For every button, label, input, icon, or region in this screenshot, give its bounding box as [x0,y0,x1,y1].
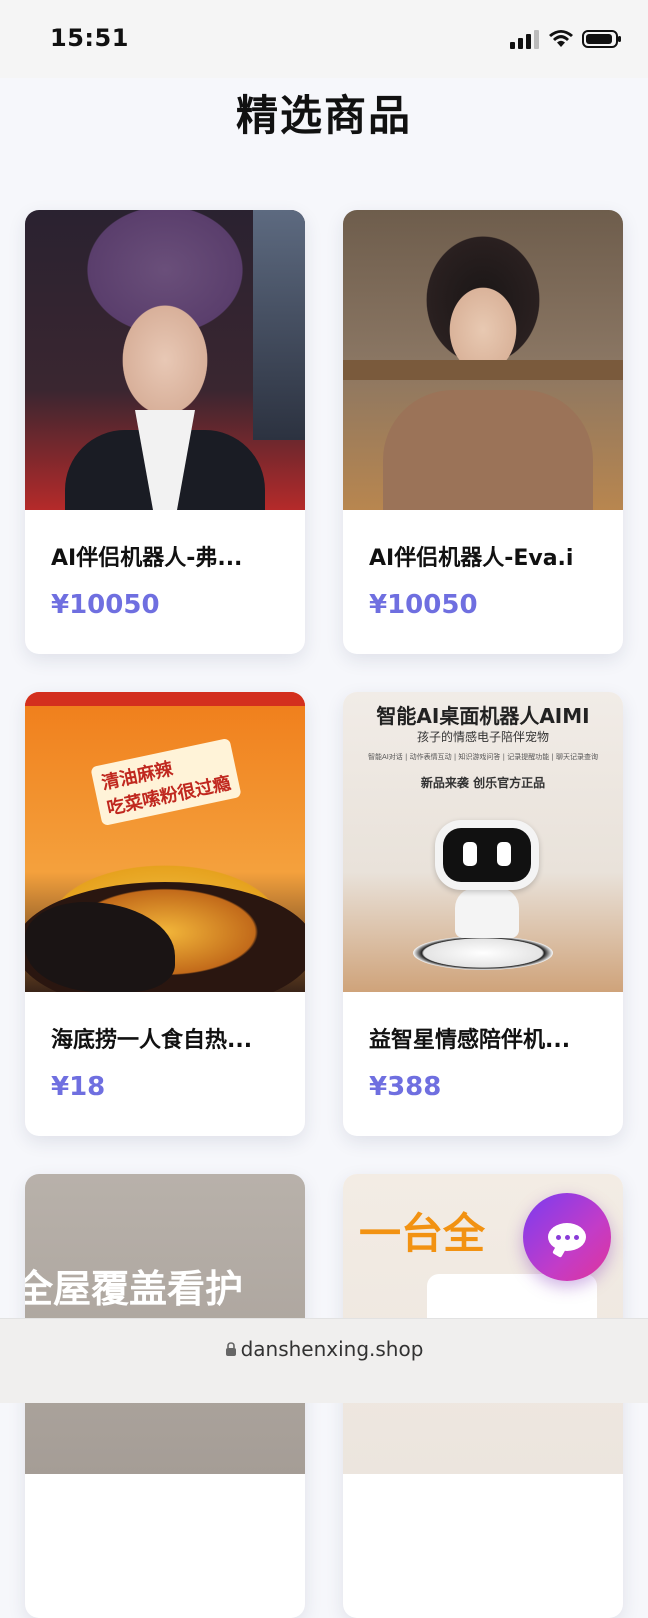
sweater-shape [383,390,593,510]
chat-button[interactable] [523,1193,611,1281]
battery-icon [582,30,621,48]
page-title: 精选商品 [235,91,412,140]
product-card[interactable]: AI伴侣机器人-弗... ¥10050 [25,210,305,654]
product-card[interactable]: AI伴侣机器人-Eva.i ¥10050 [343,210,623,654]
image-heading: 智能AI桌面机器人AIMI [376,704,590,728]
product-name[interactable]: 海底捞一人食自热... [51,1022,281,1054]
signal-icon [510,30,539,49]
image-features: 智能AI对话 | 动作表情互动 | 知识游戏问答 | 记录提醒功能 | 聊天记录… [367,753,599,761]
url-text[interactable]: danshenxing.shop [241,1337,424,1361]
url-wrap[interactable]: danshenxing.shop [0,1337,648,1361]
product-name[interactable]: AI伴侣机器人-Eva.i [369,540,599,572]
lock-icon [225,1342,236,1356]
image-badge: 新品来袭 创乐官方正品 [420,776,546,790]
product-card[interactable]: 智能AI桌面机器人AIMI 孩子的情感电子陪伴宠物 智能AI对话 | 动作表情互… [343,692,623,1136]
status-icons [510,26,622,52]
robot-base [413,936,553,970]
product-price: ¥10050 [369,590,478,620]
product-image[interactable] [25,210,305,510]
wifi-icon [549,30,573,47]
poster-background [253,210,305,440]
product-price: ¥18 [51,1072,106,1102]
image-tag: 清油麻辣 吃菜嗦粉很过瘾 [90,737,242,827]
product-image[interactable]: 清油麻辣 吃菜嗦粉很过瘾 [25,692,305,992]
chat-dot [555,1234,561,1240]
product-card[interactable]: 清油麻辣 吃菜嗦粉很过瘾 海底捞一人食自热... ¥18 [25,692,305,1136]
product-image[interactable] [343,210,623,510]
browser-url-bar[interactable]: danshenxing.shop [0,1318,648,1403]
image-text: 全屋覆盖看护 [25,1267,244,1311]
product-price: ¥10050 [51,590,160,620]
product-price: ¥388 [369,1072,442,1102]
counter-shape [343,360,623,380]
product-name[interactable]: 益智星情感陪伴机... [369,1022,599,1054]
chat-bubble-icon [548,1223,586,1251]
status-time: 15:51 [50,24,129,52]
robot-eye [497,842,511,866]
image-subheading: 孩子的情感电子陪伴宠物 [416,730,549,744]
robot-eye [463,842,477,866]
status-bar: 15:51 [0,0,648,78]
product-grid: AI伴侣机器人-弗... ¥10050 AI伴侣机器人-Eva.i ¥10050… [25,210,623,1618]
image-text: 一台全 [359,1209,486,1258]
chat-dot [573,1234,579,1240]
chat-dot [564,1234,570,1240]
robot-body [455,888,519,938]
robot-face [443,828,531,882]
product-name[interactable]: AI伴侣机器人-弗... [51,540,281,572]
banner-strip [25,692,305,706]
product-image[interactable]: 智能AI桌面机器人AIMI 孩子的情感电子陪伴宠物 智能AI对话 | 动作表情互… [343,692,623,992]
